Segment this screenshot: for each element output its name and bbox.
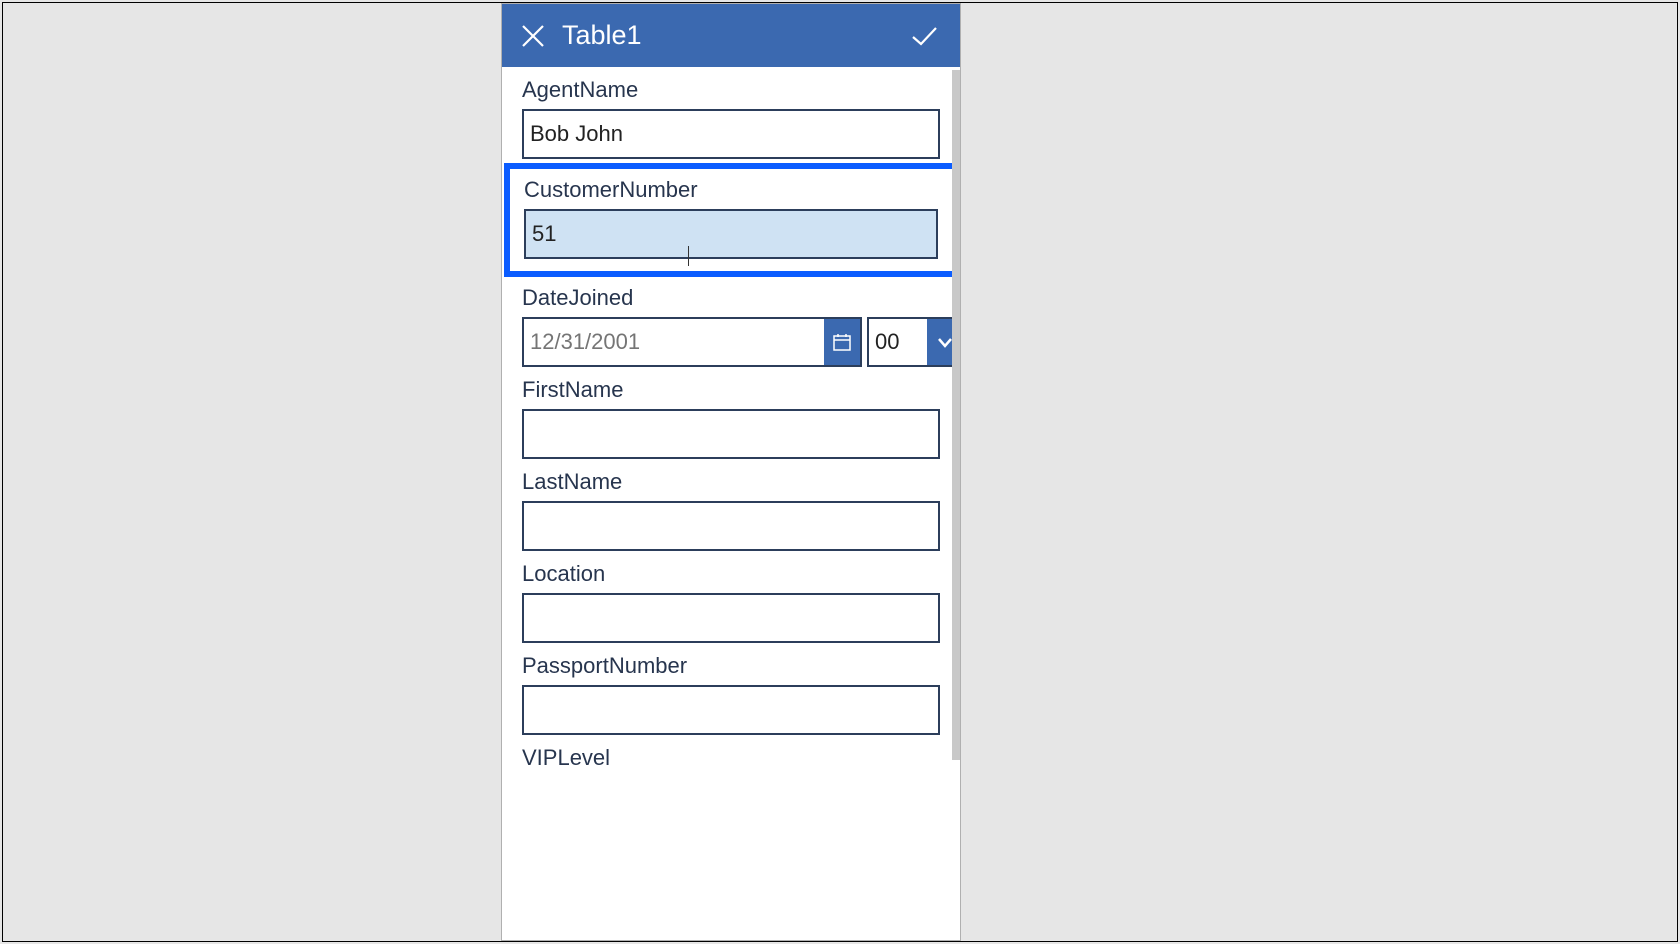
field-passport-number: PassportNumber	[502, 643, 960, 735]
app-frame: Table1 AgentName CustomerNumber DateJoin…	[2, 2, 1678, 942]
input-customer-number[interactable]	[524, 209, 938, 259]
field-last-name: LastName	[502, 459, 960, 551]
date-input-wrap[interactable]	[522, 317, 862, 367]
field-date-joined: DateJoined	[502, 277, 960, 367]
label-vip-level: VIPLevel	[522, 745, 940, 771]
label-customer-number: CustomerNumber	[524, 177, 938, 203]
form-window: Table1 AgentName CustomerNumber DateJoin…	[501, 3, 961, 941]
input-last-name[interactable]	[522, 501, 940, 551]
field-first-name: FirstName	[502, 367, 960, 459]
calendar-button[interactable]	[824, 319, 860, 365]
input-location[interactable]	[522, 593, 940, 643]
label-passport-number: PassportNumber	[522, 653, 940, 679]
submit-button[interactable]	[902, 4, 946, 67]
input-passport-number[interactable]	[522, 685, 940, 735]
hour-value: 00	[869, 319, 927, 365]
close-icon	[520, 23, 546, 49]
label-agent-name: AgentName	[522, 77, 940, 103]
hour-dropdown[interactable]: 00	[867, 317, 960, 367]
label-last-name: LastName	[522, 469, 940, 495]
form-scroll-area: AgentName CustomerNumber DateJoined	[502, 67, 960, 940]
text-cursor	[688, 246, 689, 266]
field-vip-level: VIPLevel	[502, 735, 960, 771]
date-joined-row: 00 : 00	[522, 317, 940, 367]
window-title: Table1	[562, 20, 642, 51]
check-icon	[908, 20, 940, 52]
input-agent-name[interactable]	[522, 109, 940, 159]
label-first-name: FirstName	[522, 377, 940, 403]
header-bar: Table1	[502, 4, 960, 67]
scrollbar[interactable]	[952, 70, 960, 760]
field-agent-name: AgentName	[502, 67, 960, 159]
label-location: Location	[522, 561, 940, 587]
input-first-name[interactable]	[522, 409, 940, 459]
label-date-joined: DateJoined	[522, 285, 940, 311]
field-customer-number-highlight: CustomerNumber	[504, 163, 958, 277]
close-button[interactable]	[514, 17, 552, 55]
calendar-icon	[832, 332, 852, 352]
field-location: Location	[502, 551, 960, 643]
input-date[interactable]	[524, 319, 824, 365]
